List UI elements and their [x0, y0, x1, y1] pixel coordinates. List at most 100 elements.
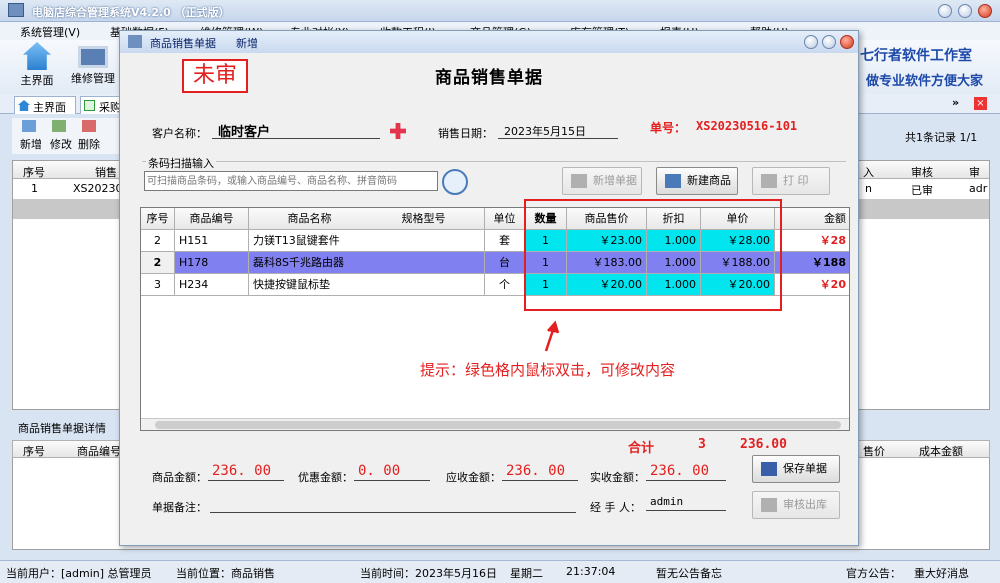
tab-home[interactable]: 主界面 [14, 96, 76, 114]
main-title-bar: 电脑店综合管理系统V4.2.0 （正式版） [0, 0, 1000, 22]
dialog-title-bar: 商品销售单据 新增 [120, 31, 858, 53]
customer-field[interactable]: 临时客户 [212, 121, 380, 140]
list-col-sale: 销售 [95, 166, 117, 179]
discount-field[interactable]: 0. 00 [354, 463, 430, 481]
goods-amount-value: 236. 00 [212, 463, 272, 479]
add-customer-icon[interactable] [390, 123, 406, 139]
minimize-icon[interactable] [938, 4, 952, 18]
new-bill-icon [571, 174, 587, 188]
receivable-field: 236. 00 [502, 463, 578, 481]
col-spec: 规格型号 [401, 212, 446, 225]
list-cell-auditor: adr [969, 182, 988, 195]
received-label: 实收金额： [590, 471, 645, 484]
audit-icon [761, 498, 777, 512]
customer-label: 客户名称： [152, 127, 207, 140]
status-notice: 暂无公告备忘 [656, 567, 722, 580]
goods-amount-label: 商品金额： [152, 471, 207, 484]
date-value: 2023年5月15日 [504, 125, 586, 138]
new-goods-label: 新建商品 [687, 174, 731, 187]
add-button[interactable]: 新增 [20, 136, 42, 152]
restore-icon[interactable] [958, 4, 972, 18]
cell-code: H151 [175, 230, 249, 251]
forward-icon[interactable]: » [952, 96, 959, 109]
receivable-value: 236. 00 [506, 463, 566, 479]
list-cell-person: n [865, 182, 872, 195]
repair-label: 维修管理 [71, 72, 115, 85]
goods-amount-field: 236. 00 [208, 463, 284, 481]
status-message[interactable]: 重大好消息 [914, 565, 969, 581]
list-cell-no: 1 [31, 182, 38, 195]
detail-col-no: 序号 [23, 445, 45, 458]
print-button[interactable]: 打 印 [752, 167, 830, 195]
detail-col-code: 商品编号 [77, 445, 121, 458]
page-title: 商品销售单据 [435, 68, 543, 88]
handler-field[interactable]: admin [646, 493, 726, 511]
receivable-label: 应收金额： [446, 471, 501, 484]
save-icon [761, 462, 777, 476]
cell-name: 磊科8S千兆路由器 [249, 252, 485, 273]
col-code: 商品编号 [175, 208, 249, 229]
close-icon[interactable] [978, 4, 992, 18]
delete-icon [82, 120, 96, 132]
remark-label: 单据备注： [152, 501, 207, 514]
audit-button[interactable]: 审核出库 [752, 491, 840, 519]
total-qty: 3 [698, 437, 706, 452]
remark-field[interactable] [210, 495, 576, 513]
detail-col-price: 售价 [863, 445, 885, 458]
edit-icon [52, 120, 66, 132]
handler-label: 经 手 人： [590, 501, 641, 514]
close-tab-icon[interactable]: × [974, 97, 987, 110]
edit-button[interactable]: 修改 [50, 136, 72, 152]
total-label: 合计 [628, 441, 655, 456]
cell-amount: ￥20 [775, 274, 849, 295]
date-field[interactable]: 2023年5月15日 [498, 121, 618, 139]
col-amount: 金额 [775, 208, 849, 229]
cell-name: 快捷按键鼠标垫 [249, 274, 485, 295]
repair-button[interactable]: 维修管理 [68, 42, 118, 86]
tab-home-label: 主界面 [33, 101, 66, 114]
cell-no: 3 [141, 274, 175, 295]
received-field[interactable]: 236. 00 [646, 463, 726, 481]
col-name-spec: 商品名称 规格型号 [249, 208, 485, 229]
dialog-close-icon[interactable] [840, 35, 854, 49]
status-official: 官方公告： [846, 567, 901, 580]
doc-icon [84, 100, 95, 111]
status-location: 当前位置：商品销售 [176, 567, 275, 580]
cell-amount: ￥188 [775, 252, 849, 273]
discount-label: 优惠金额： [298, 471, 353, 484]
highlight-box [524, 199, 782, 311]
dialog-minimize-icon[interactable] [804, 35, 818, 49]
received-value: 236. 00 [650, 463, 710, 479]
cell-unit: 个 [485, 274, 525, 295]
status-clock: 21:37:04 [566, 565, 616, 578]
delete-button[interactable]: 删除 [78, 136, 100, 152]
dialog-app-icon [128, 35, 142, 48]
home-button[interactable]: 主界面 [12, 42, 62, 88]
new-goods-button[interactable]: 新建商品 [656, 167, 738, 195]
computer-icon [78, 46, 108, 68]
total-amount: 236.00 [740, 437, 787, 452]
save-button[interactable]: 保存单据 [752, 455, 840, 483]
detail-col-cost: 成本金额 [919, 445, 963, 458]
new-bill-button[interactable]: 新增单据 [562, 167, 642, 195]
home-label: 主界面 [20, 74, 54, 87]
cell-unit: 套 [485, 230, 525, 251]
hint-text: 提示：绿色格内鼠标双击，可修改内容 [420, 361, 676, 379]
brand-line-2: 做专业软件方便大家 [866, 74, 984, 89]
audit-label: 审核出库 [783, 498, 827, 511]
scrollbar-thumb[interactable] [155, 421, 841, 429]
barcode-scan-icon[interactable] [442, 169, 468, 195]
dialog-restore-icon[interactable] [822, 35, 836, 49]
cell-amount: ￥28 [775, 230, 849, 251]
status-bar: 当前用户：[admin] 总管理员 当前位置：商品销售 当前时间：2023年5月… [0, 560, 1000, 583]
horizontal-scrollbar[interactable] [141, 418, 849, 430]
main-window-title: 电脑店综合管理系统V4.2.0 （正式版） [32, 6, 230, 19]
menu-system[interactable]: 系统管理(V) [20, 24, 80, 40]
tab-purchase-label: 采购 [99, 101, 121, 114]
print-icon [761, 174, 777, 188]
barcode-input[interactable] [144, 171, 438, 191]
brand-line-1: 七行者软件工作室 [860, 48, 972, 64]
list-col-audit: 审核 [911, 166, 933, 179]
col-name: 商品名称 [287, 212, 332, 225]
home-icon [18, 100, 30, 111]
